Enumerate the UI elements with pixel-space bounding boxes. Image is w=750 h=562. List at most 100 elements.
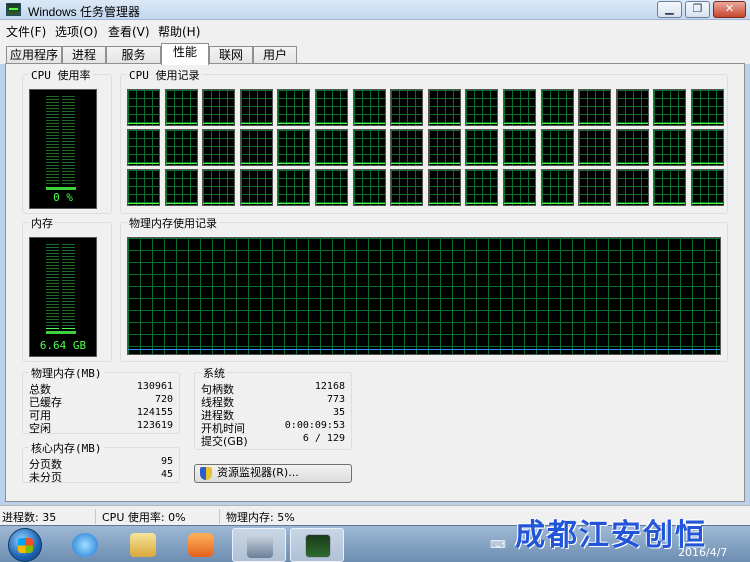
meter-segment: [62, 247, 75, 248]
cpu-core-graph: [390, 89, 424, 126]
memory-history-trace: [128, 349, 720, 350]
meter-segment: [62, 120, 75, 121]
meter-segment: [62, 174, 75, 175]
meter-segment: [46, 153, 59, 154]
taskbar-media-player[interactable]: [174, 528, 228, 562]
windows-logo-icon: [18, 538, 33, 553]
stat-value: 124155: [136, 407, 173, 418]
meter-segment: [62, 325, 75, 326]
meter-segment: [62, 262, 75, 263]
meter-segment: [46, 298, 59, 299]
cpu-core-graph: [315, 169, 348, 206]
cpu-core-graph: [202, 169, 236, 206]
meter-segment: [62, 259, 75, 260]
stat-row-available: 可用 124155: [29, 407, 173, 422]
meter-segment: [62, 301, 75, 302]
memory-meter-bars: [46, 244, 75, 332]
meter-segment: [62, 105, 75, 106]
meter-segment: [46, 292, 59, 293]
stat-row-commit: 提交(GB) 6 / 129: [201, 433, 345, 448]
watermark: 成都江安创恒: [515, 518, 707, 553]
uac-shield-icon: [200, 467, 212, 480]
cpu-usage-group: CPU 使用率 0 %: [22, 67, 112, 214]
task-manager-icon: [6, 3, 21, 16]
cpu-core-trace: [541, 123, 573, 124]
title-bar: Windows 任务管理器 ▁ ❐ ✕: [0, 0, 750, 20]
cpu-core-graph: [540, 89, 574, 126]
menu-view[interactable]: 查看(V): [108, 23, 150, 40]
cpu-core-graph: [239, 89, 273, 126]
menu-help[interactable]: 帮助(H): [158, 23, 200, 40]
status-cpu-usage: CPU 使用率: 0%: [100, 509, 220, 524]
cpu-core-graph: [427, 169, 461, 206]
cpu-history-group: CPU 使用记录: [120, 67, 728, 214]
meter-segment: [46, 277, 59, 278]
taskbar-explorer[interactable]: [116, 528, 170, 562]
meter-segment: [46, 126, 59, 127]
cpu-core-trace: [579, 123, 611, 124]
meter-segment: [46, 280, 59, 281]
start-button[interactable]: [8, 528, 42, 562]
meter-segment: [46, 304, 59, 305]
stat-value: 0:00:09:53: [284, 420, 345, 431]
cpu-core-graph: [202, 129, 236, 166]
close-button[interactable]: ✕: [713, 1, 746, 18]
menu-file[interactable]: 文件(F): [6, 23, 46, 40]
meter-segment: [46, 144, 59, 145]
meter-segment: [46, 250, 59, 251]
cpu-core-trace: [428, 163, 460, 164]
cpu-core-trace: [466, 163, 498, 164]
stat-row-threads: 线程数 773: [201, 394, 345, 409]
meter-segment: [46, 180, 59, 181]
meter-segment: [46, 328, 59, 329]
cpu-core-trace: [278, 163, 310, 164]
cpu-core-trace: [353, 123, 385, 124]
cpu-core-graph: [127, 89, 160, 126]
cpu-core-graph: [352, 129, 386, 166]
maximize-button[interactable]: ❐: [685, 1, 710, 18]
meter-segment: [62, 180, 75, 181]
meter-segment: [62, 114, 75, 115]
tab-services[interactable]: 服务: [106, 46, 161, 64]
meter-segment: [46, 325, 59, 326]
stat-value: 123619: [136, 420, 173, 431]
meter-segment: [46, 105, 59, 106]
meter-segment: [62, 265, 75, 266]
meter-segment: [46, 247, 59, 248]
cpu-core-graph: [578, 129, 612, 166]
tab-performance[interactable]: 性能: [161, 43, 209, 65]
menu-options[interactable]: 选项(O): [55, 23, 98, 40]
meter-segment: [62, 286, 75, 287]
cpu-core-trace: [391, 163, 423, 164]
taskbar-task-manager[interactable]: [290, 528, 344, 562]
stat-key: 空闲: [29, 422, 51, 435]
cpu-core-trace: [165, 163, 197, 164]
taskbar-network[interactable]: [232, 528, 286, 562]
resource-monitor-button[interactable]: 资源监视器(R)...: [194, 464, 352, 483]
taskbar-ie[interactable]: [58, 528, 112, 562]
cpu-core-trace: [504, 163, 535, 164]
meter-segment: [46, 319, 59, 320]
tab-networking[interactable]: 联网: [209, 46, 253, 64]
tab-applications[interactable]: 应用程序: [6, 46, 62, 64]
meter-segment: [62, 289, 75, 290]
meter-segment: [46, 256, 59, 257]
keyboard-icon[interactable]: ⌨: [490, 538, 506, 551]
cpu-core-graph: [277, 89, 311, 126]
cpu-usage-meter: 0 %: [29, 89, 97, 209]
meter-segment: [46, 286, 59, 287]
meter-segment: [62, 283, 75, 284]
cpu-core-trace: [353, 163, 385, 164]
memory-history-graph: [127, 237, 721, 355]
internet-explorer-icon: [72, 533, 98, 557]
meter-segment: [46, 96, 59, 97]
tab-users[interactable]: 用户: [253, 46, 297, 64]
meter-segment: [62, 328, 75, 329]
meter-segment: [46, 129, 59, 130]
physical-memory-group: 物理内存(MB) 总数 130961 已缓存 720 可用 124155 空闲 …: [22, 365, 180, 435]
cpu-core-trace: [654, 123, 686, 124]
stat-row-uptime: 开机时间 0:00:09:53: [201, 420, 345, 435]
stat-key: 提交(GB): [201, 435, 248, 448]
minimize-button[interactable]: ▁: [657, 1, 682, 18]
tab-processes[interactable]: 进程: [62, 46, 106, 64]
